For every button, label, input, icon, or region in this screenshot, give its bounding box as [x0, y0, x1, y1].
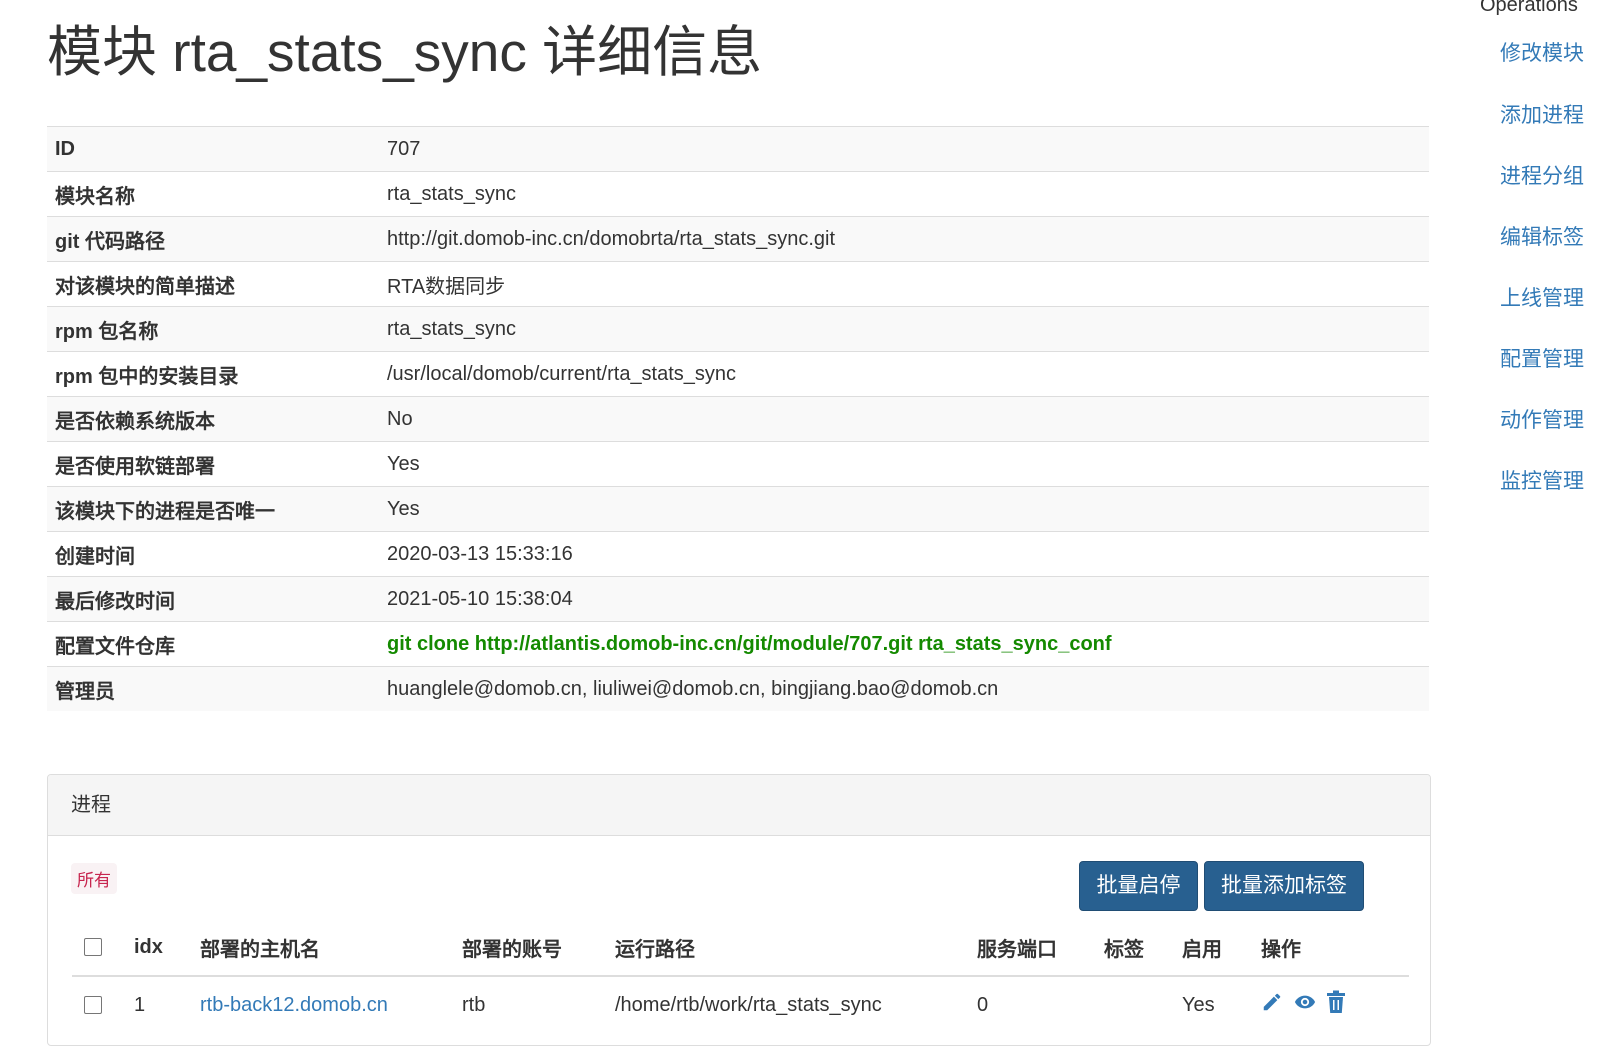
info-value: /usr/local/domob/current/rta_stats_sync	[379, 351, 1429, 397]
row-port: 0	[965, 975, 1092, 1033]
add-process-link[interactable]: 添加进程	[1500, 99, 1584, 129]
row-actions	[1249, 975, 1409, 1033]
row-idx: 1	[122, 975, 188, 1033]
action-management-link[interactable]: 动作管理	[1500, 404, 1584, 434]
info-label: 模块名称	[47, 171, 379, 217]
col-account: 部署的账号	[450, 919, 603, 977]
info-label: 配置文件仓库	[47, 621, 379, 667]
info-label: 创建时间	[47, 531, 379, 577]
row-checkbox[interactable]	[84, 996, 102, 1015]
info-label: rpm 包中的安装目录	[47, 351, 379, 397]
batch-toggle-button[interactable]: 批量启停	[1079, 861, 1198, 911]
info-label: 管理员	[47, 666, 379, 711]
info-row-config-repo: 配置文件仓库 git clone http://atlantis.domob-i…	[47, 621, 1429, 667]
info-label: rpm 包名称	[47, 306, 379, 352]
info-value: 2020-03-13 15:33:16	[379, 531, 1429, 577]
process-table: idx 部署的主机名 部署的账号 运行路径 服务端口 标签 启用 操作 1 rt…	[72, 919, 1409, 1033]
info-row-unique-process: 该模块下的进程是否唯一 Yes	[47, 486, 1429, 532]
info-label: git 代码路径	[47, 216, 379, 262]
row-account: rtb	[450, 975, 603, 1033]
info-label: 最后修改时间	[47, 576, 379, 622]
info-row-modified-at: 最后修改时间 2021-05-10 15:38:04	[47, 576, 1429, 622]
info-value: Yes	[379, 486, 1429, 532]
select-all-cell	[72, 919, 122, 977]
row-select-cell	[72, 975, 122, 1033]
col-path: 运行路径	[603, 919, 965, 977]
info-row-git-path: git 代码路径 http://git.domob-inc.cn/domobrt…	[47, 216, 1429, 262]
info-value: rta_stats_sync	[379, 306, 1429, 352]
row-host-cell: rtb-back12.domob.cn	[188, 975, 450, 1033]
info-value: 2021-05-10 15:38:04	[379, 576, 1429, 622]
info-label: ID	[47, 126, 379, 172]
col-idx: idx	[122, 919, 188, 977]
info-row-created-at: 创建时间 2020-03-13 15:33:16	[47, 531, 1429, 577]
host-link[interactable]: rtb-back12.domob.cn	[200, 994, 388, 1016]
operations-title: Operations	[1480, 0, 1578, 16]
info-row-symlink-deploy: 是否使用软链部署 Yes	[47, 441, 1429, 487]
col-enabled: 启用	[1170, 919, 1249, 977]
row-tags	[1092, 975, 1170, 1033]
config-management-link[interactable]: 配置管理	[1500, 343, 1584, 373]
col-tags: 标签	[1092, 919, 1170, 977]
row-path: /home/rtb/work/rta_stats_sync	[603, 975, 965, 1033]
col-host: 部署的主机名	[188, 919, 450, 977]
info-value: http://git.domob-inc.cn/domobrta/rta_sta…	[379, 216, 1429, 262]
row-enabled: Yes	[1170, 975, 1249, 1033]
table-row: 1 rtb-back12.domob.cn rtb /home/rtb/work…	[72, 975, 1409, 1033]
info-value: 707	[379, 126, 1429, 172]
info-row-install-dir: rpm 包中的安装目录 /usr/local/domob/current/rta…	[47, 351, 1429, 397]
info-row-admins: 管理员 huanglele@domob.cn, liuliwei@domob.c…	[47, 666, 1429, 711]
info-value: Yes	[379, 441, 1429, 487]
info-row-description: 对该模块的简单描述 RTA数据同步	[47, 261, 1429, 307]
page-title: 模块 rta_stats_sync 详细信息	[47, 21, 763, 83]
trash-icon[interactable]	[1326, 990, 1346, 1020]
info-label: 是否使用软链部署	[47, 441, 379, 487]
info-row-rpm-name: rpm 包名称 rta_stats_sync	[47, 306, 1429, 352]
info-row-id: ID 707	[47, 126, 1429, 172]
edit-tags-link[interactable]: 编辑标签	[1500, 221, 1584, 251]
monitor-management-link[interactable]: 监控管理	[1500, 465, 1584, 495]
col-actions: 操作	[1249, 919, 1409, 977]
info-value: huanglele@domob.cn, liuliwei@domob.cn, b…	[379, 666, 1429, 711]
info-label: 对该模块的简单描述	[47, 261, 379, 307]
filter-tag-all[interactable]: 所有	[71, 863, 117, 894]
info-value: No	[379, 396, 1429, 442]
col-port: 服务端口	[965, 919, 1092, 977]
release-management-link[interactable]: 上线管理	[1500, 282, 1584, 312]
info-value: rta_stats_sync	[379, 171, 1429, 217]
process-group-link[interactable]: 进程分组	[1500, 160, 1584, 190]
info-value: RTA数据同步	[379, 261, 1429, 307]
pencil-icon[interactable]	[1261, 991, 1283, 1019]
eye-icon[interactable]	[1293, 991, 1317, 1019]
module-info-table: ID 707 模块名称 rta_stats_sync git 代码路径 http…	[47, 126, 1429, 711]
process-panel-heading: 进程	[48, 775, 1430, 836]
info-row-os-dependent: 是否依赖系统版本 No	[47, 396, 1429, 442]
batch-add-tag-button[interactable]: 批量添加标签	[1204, 861, 1364, 911]
edit-module-link[interactable]: 修改模块	[1500, 37, 1584, 67]
process-table-header: idx 部署的主机名 部署的账号 运行路径 服务端口 标签 启用 操作	[72, 919, 1409, 977]
info-label: 该模块下的进程是否唯一	[47, 486, 379, 532]
info-row-module-name: 模块名称 rta_stats_sync	[47, 171, 1429, 217]
info-label: 是否依赖系统版本	[47, 396, 379, 442]
process-panel: 进程 所有 批量启停 批量添加标签 idx 部署的主机名 部署的账号 运行路径 …	[47, 774, 1431, 1046]
select-all-checkbox[interactable]	[84, 938, 102, 957]
config-repo-command: git clone http://atlantis.domob-inc.cn/g…	[379, 621, 1429, 667]
